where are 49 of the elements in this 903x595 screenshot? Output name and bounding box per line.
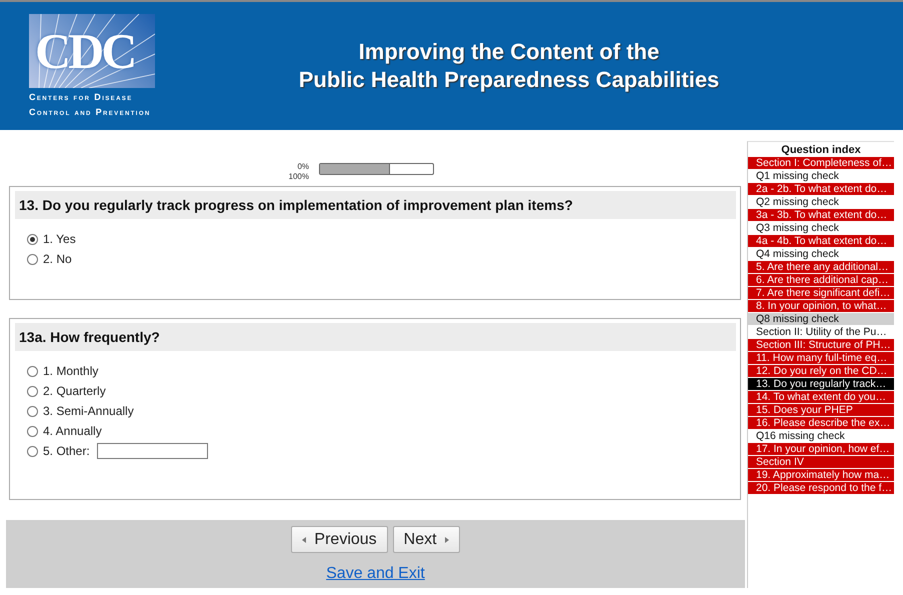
index-item[interactable]: 4a - 4b. To what extent do… bbox=[748, 235, 894, 247]
index-item[interactable]: 12. Do you rely on the CD… bbox=[748, 365, 894, 377]
left-arrow-icon bbox=[302, 536, 306, 542]
progress-label: 100% bbox=[288, 172, 309, 182]
index-item[interactable]: 8. In your opinion, to what… bbox=[748, 300, 894, 312]
index-item[interactable]: 20. Please respond to the f… bbox=[748, 482, 894, 494]
right-arrow-icon bbox=[444, 536, 449, 542]
radio-button[interactable] bbox=[27, 234, 38, 244]
radio-button[interactable] bbox=[27, 426, 38, 436]
page-title: Public Health Preparedness Capabilities bbox=[298, 66, 720, 94]
index-item[interactable]: 7. Are there significant defi… bbox=[748, 287, 894, 299]
index-item[interactable]: 3a - 3b. To what extent do… bbox=[748, 209, 894, 221]
index-item[interactable]: 14. To what extent do you… bbox=[748, 391, 894, 403]
radio-button[interactable] bbox=[27, 386, 38, 396]
logo-caption: Control and Prevention bbox=[29, 107, 151, 118]
index-item[interactable]: Q8 missing check bbox=[748, 313, 894, 325]
question-title: 13a. How frequently? bbox=[19, 329, 160, 345]
option-label: 5. Other: bbox=[43, 444, 90, 458]
previous-button[interactable]: Previous bbox=[291, 526, 388, 553]
option-label: 2. No bbox=[43, 252, 72, 266]
index-item[interactable]: 16. Please describe the ex… bbox=[748, 417, 894, 429]
index-item[interactable]: 11. How many full-time eq… bbox=[748, 352, 894, 364]
option-label: 2. Quarterly bbox=[43, 384, 106, 398]
index-item[interactable]: 19. Approximately how ma… bbox=[748, 469, 894, 481]
progress-label: 0% bbox=[297, 162, 309, 172]
option-label: 3. Semi-Annually bbox=[43, 404, 134, 418]
save-and-exit-link[interactable]: Save and Exit bbox=[326, 565, 425, 583]
index-item[interactable]: 2a - 2b. To what extent do… bbox=[748, 183, 894, 195]
index-item[interactable]: 6. Are there additional cap… bbox=[748, 274, 894, 286]
index-item[interactable]: 15. Does your PHEP bbox=[748, 404, 894, 416]
option-label: 1. Yes bbox=[43, 232, 76, 246]
index-item[interactable]: 5. Are there any additional… bbox=[748, 261, 894, 273]
page-title: Improving the Content of the bbox=[358, 38, 660, 66]
index-title: Question index bbox=[780, 144, 862, 157]
option-label: 1. Monthly bbox=[43, 364, 98, 378]
index-item[interactable]: 17. In your opinion, how ef… bbox=[748, 443, 894, 455]
index-item[interactable]: Section I: Completeness of… bbox=[748, 157, 894, 169]
radio-button[interactable] bbox=[27, 254, 38, 264]
index-item[interactable]: Section III: Structure of PH… bbox=[748, 339, 894, 351]
other-input-field[interactable] bbox=[96, 443, 208, 459]
index-item[interactable]: Section IV bbox=[748, 456, 894, 468]
logo-caption: Centers for Disease bbox=[29, 92, 133, 103]
index-item[interactable]: 13. Do you regularly track… bbox=[748, 378, 894, 390]
radio-button[interactable] bbox=[27, 406, 38, 416]
radio-button[interactable] bbox=[27, 446, 38, 456]
option-label: 4. Annually bbox=[43, 424, 102, 438]
next-button[interactable]: Next bbox=[392, 526, 460, 553]
radio-button[interactable] bbox=[27, 366, 38, 376]
question-title: 13. Do you regularly track progress on implementation of improvement plan items? bbox=[19, 197, 573, 213]
